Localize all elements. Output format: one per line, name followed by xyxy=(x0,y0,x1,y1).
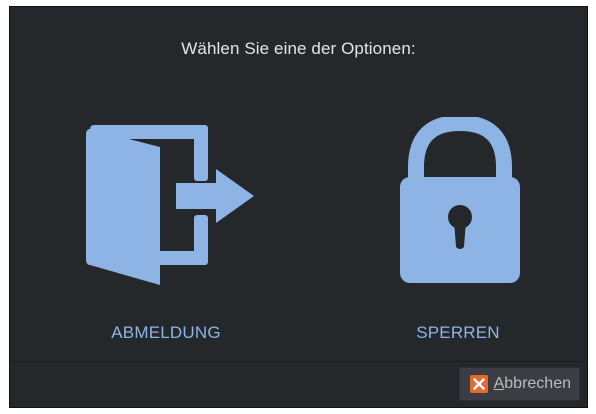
cancel-mnemonic: A xyxy=(493,375,505,392)
logout-option-button[interactable]: ABMELDUNG xyxy=(56,117,276,357)
padlock-icon xyxy=(400,117,520,283)
cancel-button[interactable]: Abbrechen xyxy=(458,367,580,401)
close-icon xyxy=(469,375,488,393)
logout-option-label: ABMELDUNG xyxy=(111,323,221,342)
footer-divider xyxy=(10,361,587,362)
lock-option-label: SPERREN xyxy=(416,323,500,342)
cancel-button-label: Abbrechen xyxy=(494,375,571,393)
logout-dialog: Wählen Sie eine der Optionen: ABMELDUNG xyxy=(9,6,588,408)
dialog-prompt: Wählen Sie eine der Optionen: xyxy=(181,39,416,58)
lock-option-button[interactable]: SPERREN xyxy=(348,117,568,357)
cancel-label-rest: bbrechen xyxy=(504,375,571,392)
logout-door-icon xyxy=(86,125,254,285)
